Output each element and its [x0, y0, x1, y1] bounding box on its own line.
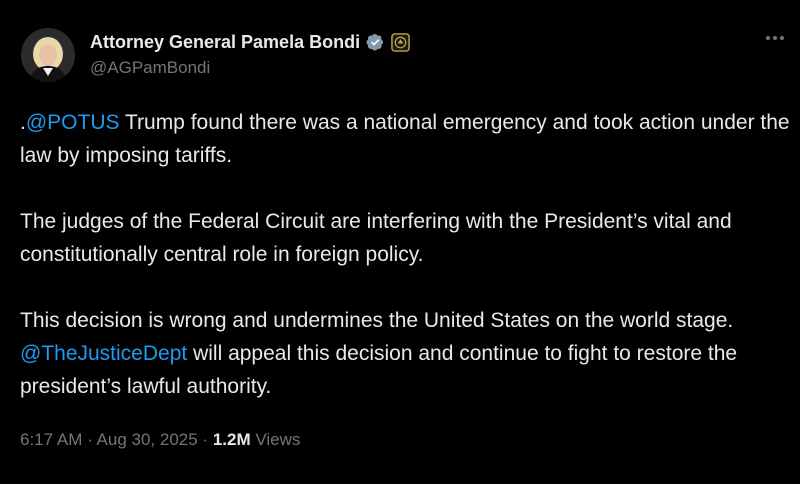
views-label: Views	[250, 430, 301, 449]
tweet-paragraph-1: .@POTUS Trump found there was a national…	[20, 106, 790, 172]
text-segment: Trump found there was a national emergen…	[20, 111, 790, 167]
tweet-paragraph-3: This decision is wrong and undermines th…	[20, 304, 790, 403]
avatar-portrait-icon	[21, 28, 75, 82]
more-dot	[780, 36, 784, 40]
author-handle[interactable]: @AGPamBondi	[90, 58, 210, 78]
government-seal-icon[interactable]	[391, 32, 410, 52]
meta-separator: ·	[82, 430, 97, 449]
more-dot	[773, 36, 777, 40]
tweet-paragraph-2: The judges of the Federal Circuit are in…	[20, 210, 732, 266]
tweet: Attorney General Pamela Bondi @AGPamBond…	[0, 0, 800, 484]
tweet-text: .@POTUS Trump found there was a national…	[20, 106, 790, 403]
text-segment: This decision is wrong and undermines th…	[20, 309, 734, 332]
more-dot	[766, 36, 770, 40]
tweet-date[interactable]: Aug 30, 2025	[97, 430, 198, 449]
verified-checkmark-icon[interactable]	[366, 32, 386, 52]
tweet-time[interactable]: 6:17 AM	[20, 430, 82, 449]
mention-link-justice-dept[interactable]: @TheJusticeDept	[20, 342, 187, 365]
more-horizontal-icon[interactable]	[760, 26, 790, 50]
views-count: 1.2M	[212, 430, 251, 449]
author-name-row: Attorney General Pamela Bondi	[90, 30, 410, 54]
meta-separator: ·	[197, 430, 213, 449]
avatar[interactable]	[21, 28, 75, 82]
author-display-name[interactable]: Attorney General Pamela Bondi	[90, 32, 360, 53]
tweet-meta: 6:17 AM · Aug 30, 2025 · 1.2M Views	[20, 430, 300, 450]
mention-link-potus[interactable]: @POTUS	[26, 111, 120, 134]
